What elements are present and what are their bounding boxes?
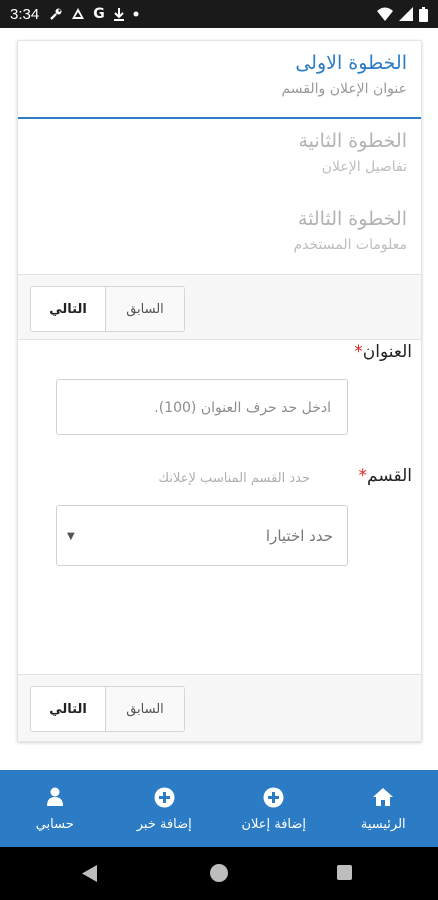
next-button[interactable]: التالي — [31, 287, 106, 331]
next-button[interactable]: التالي — [31, 687, 106, 731]
nav-home-label: الرئيسية — [360, 817, 406, 832]
wizard-nav-bottom: التالي السابق — [18, 674, 421, 741]
nav-add-news-label: إضافة خبر — [136, 817, 192, 832]
required-mark: * — [358, 466, 368, 486]
status-bar: 3:34 G — [0, 0, 438, 28]
category-label: القسم* — [358, 466, 412, 486]
dot-icon — [133, 11, 139, 17]
status-time: 3:34 — [10, 5, 40, 23]
title-label: العنوان* — [354, 342, 412, 362]
nav-my-account-label: حسابي — [35, 817, 74, 832]
google-icon: G — [93, 6, 105, 22]
nav-home[interactable]: الرئيسية — [329, 770, 438, 847]
step-2-title: الخطوة الثانية — [298, 130, 407, 152]
step-1-title: الخطوة الاولى — [295, 52, 407, 74]
recycle-icon — [72, 8, 85, 19]
nav-my-account[interactable]: حسابي — [0, 770, 110, 847]
nav-add-ad[interactable]: إضافة إعلان — [219, 770, 329, 847]
title-input-placeholder: ادخل حد حرف العنوان (100). — [154, 400, 331, 416]
signal-icon — [399, 7, 413, 21]
category-select-value: حدد اختيارا — [265, 527, 333, 545]
wrench-icon — [50, 8, 62, 20]
battery-icon — [419, 6, 428, 22]
title-input[interactable]: ادخل حد حرف العنوان (100). — [56, 379, 348, 435]
step-3-title: الخطوة الثالثة — [297, 208, 407, 230]
plus-circle-icon — [262, 785, 286, 809]
category-hint: حدد القسم المناسب لإعلانك — [158, 471, 310, 486]
previous-button[interactable]: السابق — [106, 687, 184, 731]
nav-add-news[interactable]: إضافة خبر — [110, 770, 220, 847]
wifi-icon — [377, 7, 393, 21]
home-circle-icon[interactable] — [210, 864, 228, 882]
back-icon[interactable] — [82, 865, 98, 882]
step-2[interactable]: الخطوة الثانية تفاصيل الإعلان — [18, 129, 421, 177]
bottom-navigation: الرئيسية إضافة إعلان إضافة خبر حسابي — [0, 770, 438, 847]
system-navigation-bar — [0, 847, 438, 900]
previous-button[interactable]: السابق — [106, 287, 184, 331]
dropdown-caret-icon: ▼ — [67, 531, 75, 542]
wizard-nav-top: التالي السابق — [18, 274, 421, 340]
download-icon — [113, 8, 124, 21]
wizard-button-group: التالي السابق — [30, 286, 185, 332]
category-select[interactable]: حدد اختيارا ▼ — [56, 505, 348, 566]
recent-apps-icon[interactable] — [337, 865, 352, 880]
nav-add-ad-label: إضافة إعلان — [241, 817, 307, 832]
wizard-button-group: التالي السابق — [30, 686, 185, 732]
step-3[interactable]: الخطوة الثالثة معلومات المستخدم — [18, 207, 421, 255]
active-step-indicator — [18, 117, 421, 119]
step-3-subtitle: معلومات المستخدم — [293, 237, 407, 253]
user-icon — [43, 785, 67, 809]
home-icon — [371, 785, 395, 809]
required-mark: * — [354, 342, 363, 362]
plus-circle-icon — [152, 785, 176, 809]
step-1-subtitle: عنوان الإعلان والقسم — [281, 81, 407, 97]
step-2-subtitle: تفاصيل الإعلان — [321, 159, 407, 175]
step-1[interactable]: الخطوة الاولى عنوان الإعلان والقسم — [18, 51, 421, 99]
